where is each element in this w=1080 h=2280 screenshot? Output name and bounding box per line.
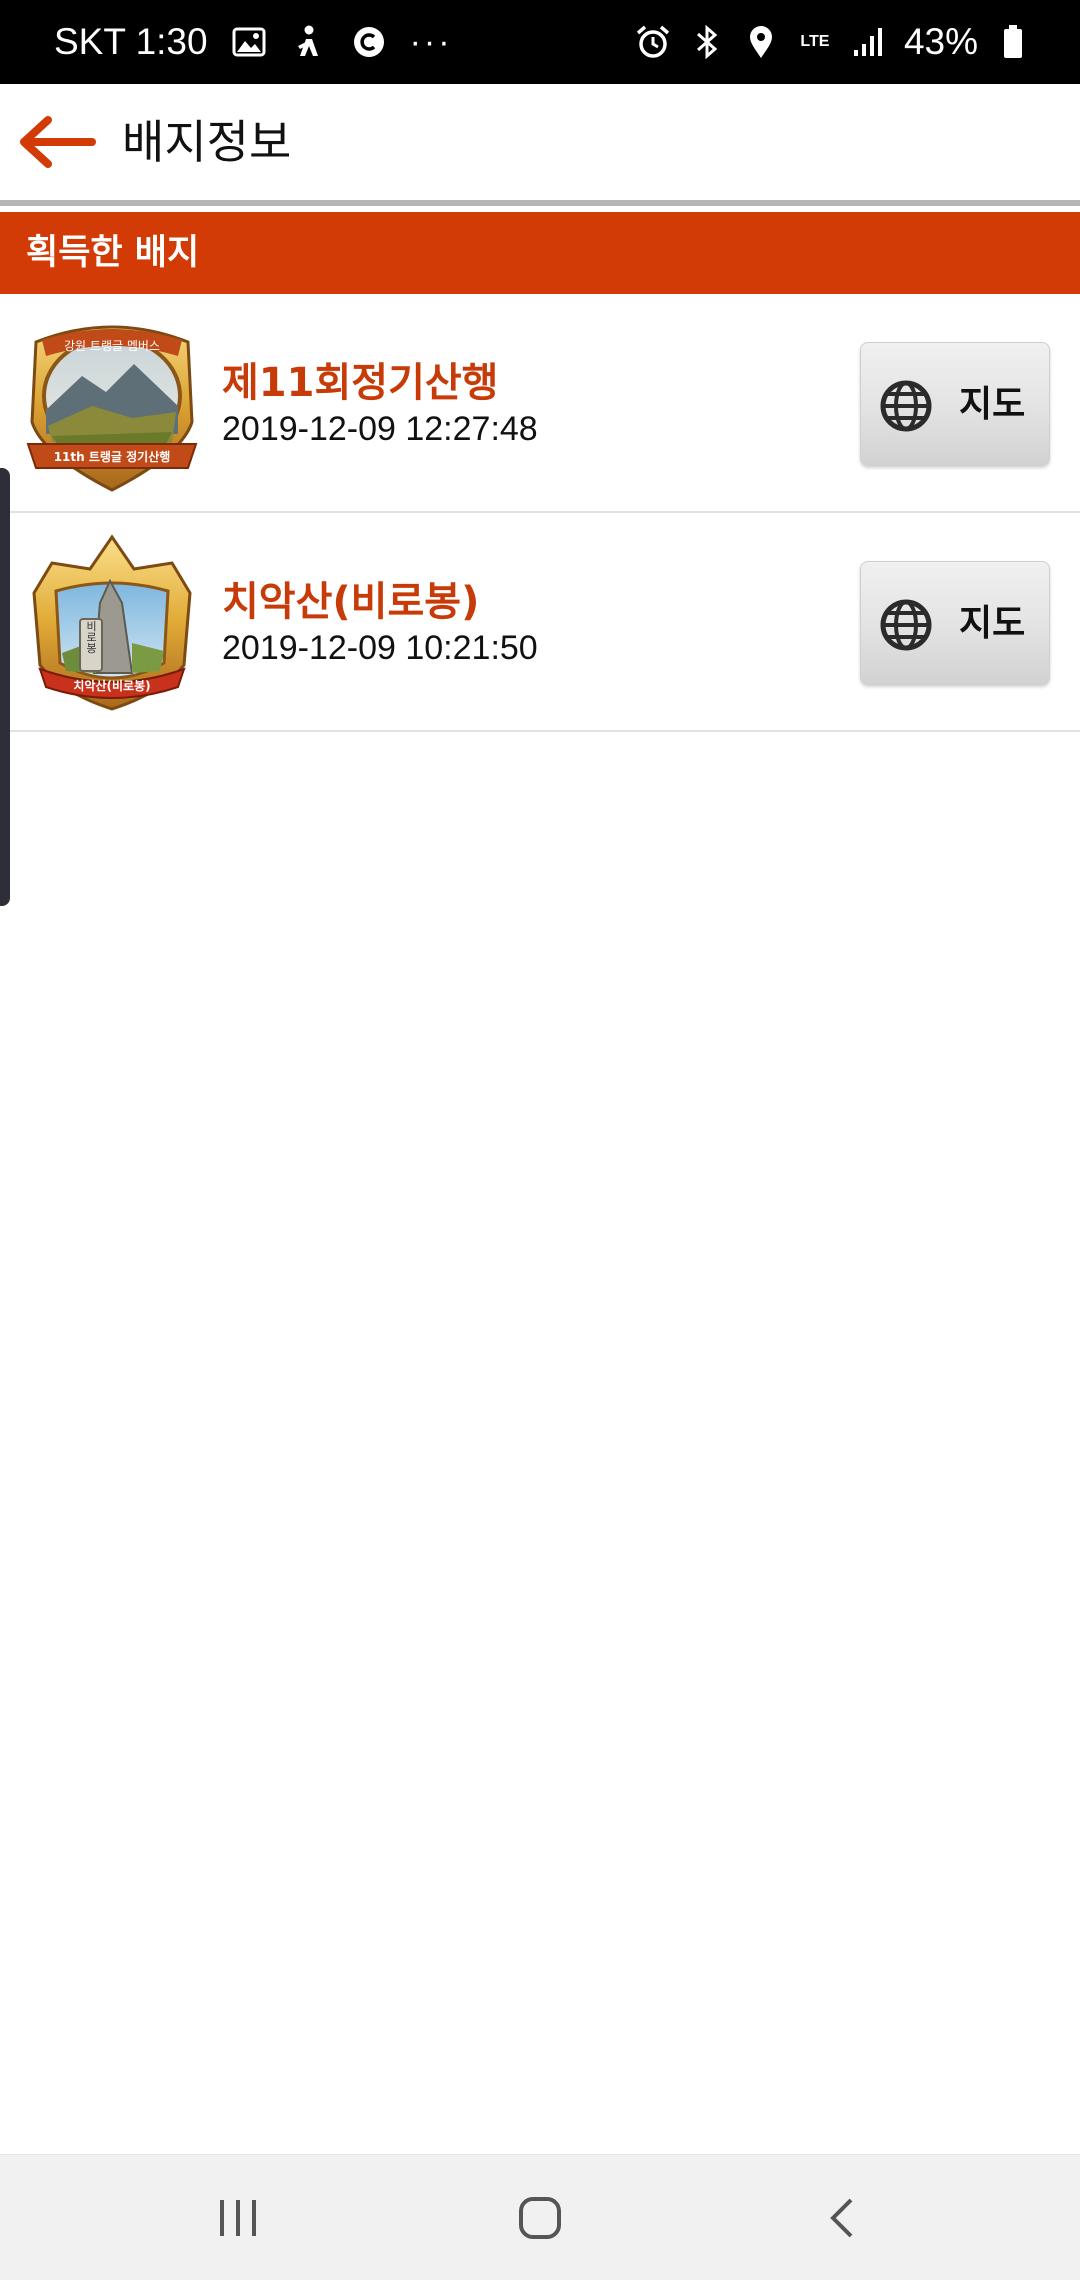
chevron-left-icon <box>830 2198 853 2238</box>
bluetooth-icon <box>688 22 726 62</box>
status-bar-left: SKT 1:30 ··· <box>54 0 453 84</box>
recent-apps-icon <box>220 2200 256 2236</box>
app-bar: 배지정보 <box>0 84 1080 206</box>
lte-icon: LTE <box>800 33 830 50</box>
battery-percent: 43% <box>903 21 978 62</box>
map-button[interactable]: 지도 <box>860 342 1050 466</box>
home-icon <box>519 2197 561 2239</box>
badge-image: 비로봉 치악산(비로봉) <box>22 533 202 711</box>
hiker-icon <box>290 22 328 62</box>
badge-image: 강원 트랭글 멤버스 11th 트랭글 정기산행 <box>22 314 202 492</box>
signal-icon <box>850 22 888 62</box>
gallery-icon <box>230 22 268 62</box>
svg-text:11th 트랭글 정기산행: 11th 트랭글 정기산행 <box>54 449 171 464</box>
back-nav-button[interactable] <box>782 2155 902 2280</box>
section-header: 획득한 배지 <box>0 212 1080 294</box>
carrier-time: SKT 1:30 <box>54 21 208 62</box>
status-bar: SKT 1:30 ··· LTE 43% <box>0 0 1080 84</box>
svg-text:치악산(비로봉): 치악산(비로봉) <box>73 678 150 693</box>
map-button-label: 지도 <box>959 384 1026 425</box>
badge-date: 2019-12-09 10:21:50 <box>222 629 538 667</box>
page-title: 배지정보 <box>122 115 292 169</box>
badge-title: 치악산(비로봉) <box>222 579 480 625</box>
list-item[interactable]: 강원 트랭글 멤버스 11th 트랭글 정기산행 제11회정기산행 2019-1… <box>0 294 1080 513</box>
badge-title: 제11회정기산행 <box>222 360 499 406</box>
copyright-app-icon <box>350 22 388 62</box>
back-button[interactable] <box>18 112 98 172</box>
map-button-label: 지도 <box>959 603 1026 644</box>
status-bar-right: LTE 43% <box>634 0 1032 84</box>
screen: SKT 1:30 ··· LTE 43% 배지정보 획득한 배지 강원 트랭글 … <box>0 0 1080 2280</box>
badge-date: 2019-12-09 12:27:48 <box>222 410 538 448</box>
map-button[interactable]: 지도 <box>860 561 1050 685</box>
globe-icon <box>880 380 932 432</box>
location-icon <box>742 22 780 62</box>
globe-icon <box>880 599 932 651</box>
navigation-bar <box>0 2154 1080 2280</box>
back-arrow-icon <box>20 116 96 168</box>
home-button[interactable] <box>480 2155 600 2280</box>
badge-list: 강원 트랭글 멤버스 11th 트랭글 정기산행 제11회정기산행 2019-1… <box>0 294 1080 732</box>
alarm-icon <box>634 22 672 62</box>
svg-text:비로봉: 비로봉 <box>85 620 98 653</box>
more-notifications-icon: ··· <box>409 22 453 61</box>
list-item[interactable]: 비로봉 치악산(비로봉) 치악산(비로봉) 2019-12-09 10:21:5… <box>0 513 1080 732</box>
recent-apps-button[interactable] <box>178 2155 298 2280</box>
svg-text:강원 트랭글 멤버스: 강원 트랭글 멤버스 <box>64 339 160 353</box>
section-title: 획득한 배지 <box>26 233 200 273</box>
battery-icon <box>994 22 1032 62</box>
edge-panel-handle[interactable] <box>0 468 10 906</box>
